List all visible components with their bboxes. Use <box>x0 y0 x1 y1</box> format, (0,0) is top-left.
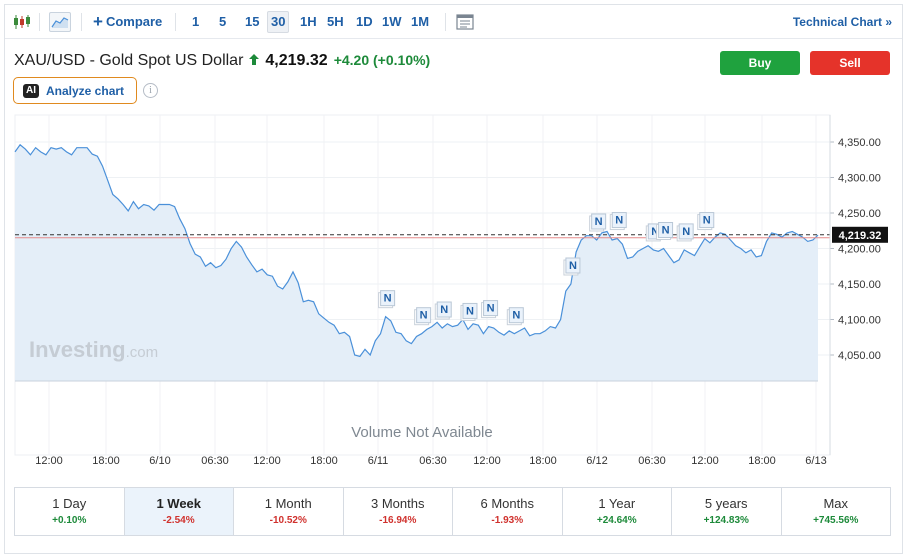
x-tick-label: 12:00 <box>35 455 63 467</box>
period-label: 1 Week <box>156 496 202 511</box>
period-1-year[interactable]: 1 Year +24.64% <box>563 488 672 535</box>
y-tick-label: 4,250.00 <box>838 208 881 220</box>
news-marker: N <box>506 307 524 326</box>
news-marker-label: N <box>662 225 670 237</box>
x-tick-label: 06:30 <box>638 455 666 467</box>
period-1-day[interactable]: 1 Day +0.10% <box>15 488 125 535</box>
period-max[interactable]: Max +745.56% <box>782 488 891 535</box>
y-tick-label: 4,200.00 <box>838 244 881 256</box>
period-label: 5 years <box>704 496 748 511</box>
period-label: 1 Month <box>264 496 312 511</box>
news-marker-label: N <box>420 310 428 322</box>
y-tick-label: 4,100.00 <box>838 315 881 327</box>
period-label: 6 Months <box>480 496 534 511</box>
news-marker: N <box>460 302 478 321</box>
period-label: 1 Year <box>598 496 636 511</box>
news-marker: N <box>697 212 715 231</box>
period-change: -2.54% <box>162 515 195 526</box>
x-tick-label: 18:00 <box>92 455 120 467</box>
period-6-months[interactable]: 6 Months -1.93% <box>453 488 563 535</box>
news-marker: N <box>609 212 627 231</box>
y-tick-label: 4,150.00 <box>838 279 881 291</box>
x-tick-label: 12:00 <box>473 455 501 467</box>
news-marker: N <box>676 223 694 242</box>
y-tick-label: 4,300.00 <box>838 173 881 185</box>
news-marker: N <box>563 257 581 276</box>
chart-widget: + Compare 1 5 15 30 1H 5H 1D 1W 1M Technical Cha… <box>4 4 903 554</box>
period-change: +24.64% <box>596 515 637 526</box>
period-change: +745.56% <box>813 515 859 526</box>
period-1-week[interactable]: 1 Week -2.54% <box>124 488 234 535</box>
x-tick-label: 6/11 <box>368 455 389 467</box>
x-tick-label: 06:30 <box>419 455 447 467</box>
period-change: -1.93% <box>491 515 524 526</box>
period-label: 3 Months <box>371 496 425 511</box>
news-marker: N <box>434 301 452 320</box>
news-marker-label: N <box>595 216 603 228</box>
x-tick-label: 18:00 <box>310 455 338 467</box>
x-tick-label: 18:00 <box>748 455 776 467</box>
news-marker-label: N <box>569 260 577 272</box>
period-label: Max <box>823 496 849 511</box>
period-change: -16.94% <box>379 515 417 526</box>
news-marker: N <box>378 290 396 309</box>
period-change: +124.83% <box>703 515 749 526</box>
news-marker-label: N <box>440 304 448 316</box>
news-marker: N <box>656 222 674 240</box>
y-tick-label: 4,350.00 <box>838 137 881 149</box>
x-tick-label: 06:30 <box>201 455 229 467</box>
watermark-brand: Investing <box>29 337 126 362</box>
news-marker-label: N <box>682 226 690 238</box>
news-marker-label: N <box>466 305 474 317</box>
performance-periods: 1 Day +0.10% 1 Week -2.54% 1 Month -10.52% 3 M… <box>14 487 891 536</box>
period-3-months[interactable]: 3 Months -16.94% <box>344 488 453 535</box>
x-tick-label: 6/13 <box>805 455 826 467</box>
watermark-suffix: .com <box>126 344 159 361</box>
news-marker: N <box>481 300 499 319</box>
news-marker-label: N <box>487 303 495 315</box>
period-5-years[interactable]: 5 years +124.83% <box>672 488 782 535</box>
period-1-month[interactable]: 1 Month -10.52% <box>234 488 344 535</box>
x-tick-label: 6/12 <box>586 455 607 467</box>
current-price-label: 4,219.32 <box>839 230 882 242</box>
x-tick-label: 18:00 <box>529 455 557 467</box>
period-change: +0.10% <box>52 515 87 526</box>
news-marker-label: N <box>703 215 711 227</box>
news-marker: N <box>589 213 607 232</box>
volume-note: Volume Not Available <box>351 424 492 441</box>
price-chart[interactable]: NN N N NNNN NN N NN 4,050.004,100.004,150.004,… <box>5 5 902 483</box>
news-marker-label: N <box>384 293 392 305</box>
news-marker-label: N <box>512 310 520 322</box>
period-change: -10.52% <box>269 515 307 526</box>
x-tick-label: 6/10 <box>149 455 170 467</box>
news-marker: N <box>414 307 432 326</box>
period-label: 1 Day <box>52 496 87 511</box>
x-tick-label: 12:00 <box>691 455 719 467</box>
y-tick-label: 4,050.00 <box>838 350 881 362</box>
news-marker-label: N <box>615 215 623 227</box>
x-tick-label: 12:00 <box>253 455 281 467</box>
